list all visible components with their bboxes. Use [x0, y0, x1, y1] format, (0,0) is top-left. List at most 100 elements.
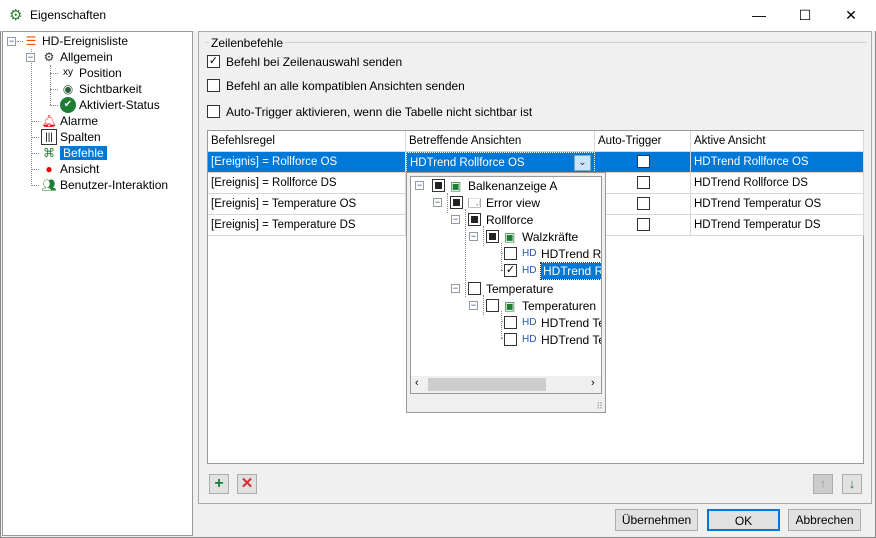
auto-trigger-row-checkbox[interactable]	[637, 155, 650, 168]
trend-icon: HD	[522, 317, 537, 328]
collapse-toggle[interactable]: −	[26, 53, 35, 62]
resize-grip-icon[interactable]: ⠿	[596, 401, 603, 412]
navigation-tree: − − ☰ HD-Ereignisliste ⚙ Allgemein xy Posit…	[2, 31, 193, 536]
active-view-cell[interactable]: HDTrend Rollforce DS	[691, 173, 864, 194]
tree-item-label[interactable]: HDTrend Ten	[541, 315, 601, 331]
bar-display-icon: ▣	[504, 230, 516, 244]
active-view-cell[interactable]: HDTrend Temperatur OS	[691, 194, 864, 215]
views-dropdown[interactable]: HDTrend Rollforce OS ⌄	[406, 152, 595, 173]
auto-trigger-row-checkbox[interactable]	[637, 197, 650, 210]
trend-icon: HD	[522, 265, 537, 276]
item-checkbox[interactable]	[504, 333, 517, 346]
item-checkbox[interactable]	[486, 230, 499, 243]
window-icon: 🗔︎	[468, 196, 482, 210]
collapse-toggle[interactable]: −	[7, 37, 16, 46]
tree-item-label[interactable]: Error view	[486, 195, 540, 211]
collapse-toggle[interactable]: −	[451, 215, 460, 224]
delete-button[interactable]: ✕	[237, 474, 257, 494]
auto-trigger-cell	[595, 173, 691, 194]
item-checkbox[interactable]	[486, 299, 499, 312]
gear-icon: ⚙	[9, 7, 23, 24]
send-to-all-views-checkbox[interactable]	[207, 79, 220, 92]
minimize-button[interactable]: —	[736, 0, 782, 31]
tree-item-ansicht[interactable]: ● Ansicht	[41, 161, 99, 177]
option-label: Befehl bei Zeilenauswahl senden	[226, 55, 403, 69]
tree-item-allgemein[interactable]: ⚙ Allgemein	[41, 49, 113, 65]
maximize-button[interactable]: ☐	[782, 0, 828, 31]
item-checkbox[interactable]	[468, 213, 481, 226]
tree-item-hd-ereignisliste[interactable]: ☰ HD-Ereignisliste	[23, 33, 128, 49]
add-button[interactable]: +	[209, 474, 229, 494]
scroll-left-icon[interactable]: ‹	[415, 377, 419, 389]
rule-cell[interactable]: [Ereignis] = Temperature DS	[208, 215, 406, 236]
item-checkbox[interactable]	[432, 179, 445, 192]
alarm-icon: 🔔︎	[41, 114, 57, 128]
auto-trigger-row-checkbox[interactable]	[637, 176, 650, 189]
send-on-row-select-checkbox[interactable]: ✓	[207, 55, 220, 68]
list-icon: ☰	[25, 34, 37, 48]
command-icon: ⌘	[43, 146, 55, 160]
tree-item-label[interactable]: Walzkräfte	[522, 229, 578, 245]
close-button[interactable]: ✕	[828, 0, 874, 31]
auto-trigger-cell	[595, 152, 691, 173]
rule-cell[interactable]: [Ereignis] = Rollforce OS	[208, 152, 406, 173]
tree-item-aktiviert-status[interactable]: ✔ Aktiviert-Status	[60, 97, 160, 113]
tree-item-spalten[interactable]: ||| Spalten	[41, 129, 101, 145]
collapse-toggle[interactable]: −	[451, 284, 460, 293]
ok-button[interactable]: OK	[707, 509, 780, 531]
rule-cell[interactable]: [Ereignis] = Temperature OS	[208, 194, 406, 215]
trend-icon: HD	[522, 334, 537, 345]
collapse-toggle[interactable]: −	[469, 301, 478, 310]
scrollbar-thumb[interactable]	[428, 378, 546, 391]
check-circle-icon: ✔	[60, 97, 76, 113]
tree-item-label[interactable]: Balkenanzeige A	[468, 178, 557, 194]
column-header[interactable]: Betreffende Ansichten	[406, 131, 595, 152]
trend-icon: HD	[522, 248, 537, 259]
horizontal-scrollbar[interactable]: ‹ ›	[411, 376, 601, 393]
active-view-cell[interactable]: HDTrend Rollforce OS	[691, 152, 864, 173]
column-header[interactable]: Aktive Ansicht	[691, 131, 864, 152]
tree-item-label: Aktiviert-Status	[79, 98, 160, 112]
tree-item-label: Position	[79, 66, 122, 80]
move-up-button[interactable]: ↑	[813, 474, 833, 494]
tree-item-label[interactable]: HDTrend Ten	[541, 332, 601, 348]
rule-cell[interactable]: [Ereignis] = Rollforce DS	[208, 173, 406, 194]
option-label: Auto-Trigger aktivieren, wenn die Tabell…	[226, 105, 533, 119]
tree-item-benutzer-interaktion[interactable]: 👥︎ Benutzer-Interaktion	[41, 177, 168, 193]
cancel-button[interactable]: Abbrechen	[788, 509, 861, 531]
auto-trigger-checkbox[interactable]	[207, 105, 220, 118]
bar-display-icon: ▣	[450, 179, 462, 193]
collapse-toggle[interactable]: −	[469, 232, 478, 241]
tree-item-label[interactable]: Rollforce	[486, 212, 533, 228]
column-header[interactable]: Auto-Trigger	[595, 131, 691, 152]
tree-item-label: Spalten	[60, 130, 101, 144]
option-label: Befehl an alle kompatiblen Ansichten sen…	[226, 79, 465, 93]
item-checkbox[interactable]	[450, 196, 463, 209]
item-checkbox[interactable]: ✓	[504, 264, 517, 277]
chevron-down-icon[interactable]: ⌄	[574, 155, 591, 171]
collapse-toggle[interactable]: −	[415, 181, 424, 190]
views-value: HDTrend Rollforce OS	[410, 157, 525, 169]
item-checkbox[interactable]	[504, 316, 517, 329]
tree-item-label[interactable]: HDTrend Roll	[541, 246, 601, 262]
active-view-cell[interactable]: HDTrend Temperatur DS	[691, 215, 864, 236]
tree-item-label[interactable]: Temperature	[486, 281, 553, 297]
move-down-button[interactable]: ↓	[842, 474, 862, 494]
tree-item-alarme[interactable]: 🔔︎ Alarme	[41, 113, 98, 129]
tree-item-label: Benutzer-Interaktion	[60, 178, 169, 192]
tree-item-position[interactable]: xy Position	[60, 65, 122, 81]
tree-item-label: Befehle	[60, 146, 107, 160]
tree-item-label[interactable]: Temperaturen	[522, 298, 596, 314]
gear-icon: ⚙	[43, 50, 55, 64]
auto-trigger-row-checkbox[interactable]	[637, 218, 650, 231]
item-checkbox[interactable]	[468, 282, 481, 295]
tree-item-label[interactable]: HDTrend Rol	[540, 262, 601, 280]
scroll-right-icon[interactable]: ›	[591, 377, 595, 389]
column-header[interactable]: Befehlsregel	[208, 131, 406, 152]
tree-item-befehle[interactable]: ⌘ Befehle	[41, 145, 107, 161]
tree-item-sichtbarkeit[interactable]: ◉ Sichtbarkeit	[60, 81, 142, 97]
apply-button[interactable]: Übernehmen	[615, 509, 698, 531]
item-checkbox[interactable]	[504, 247, 517, 260]
collapse-toggle[interactable]: −	[433, 198, 442, 207]
auto-trigger-cell	[595, 215, 691, 236]
